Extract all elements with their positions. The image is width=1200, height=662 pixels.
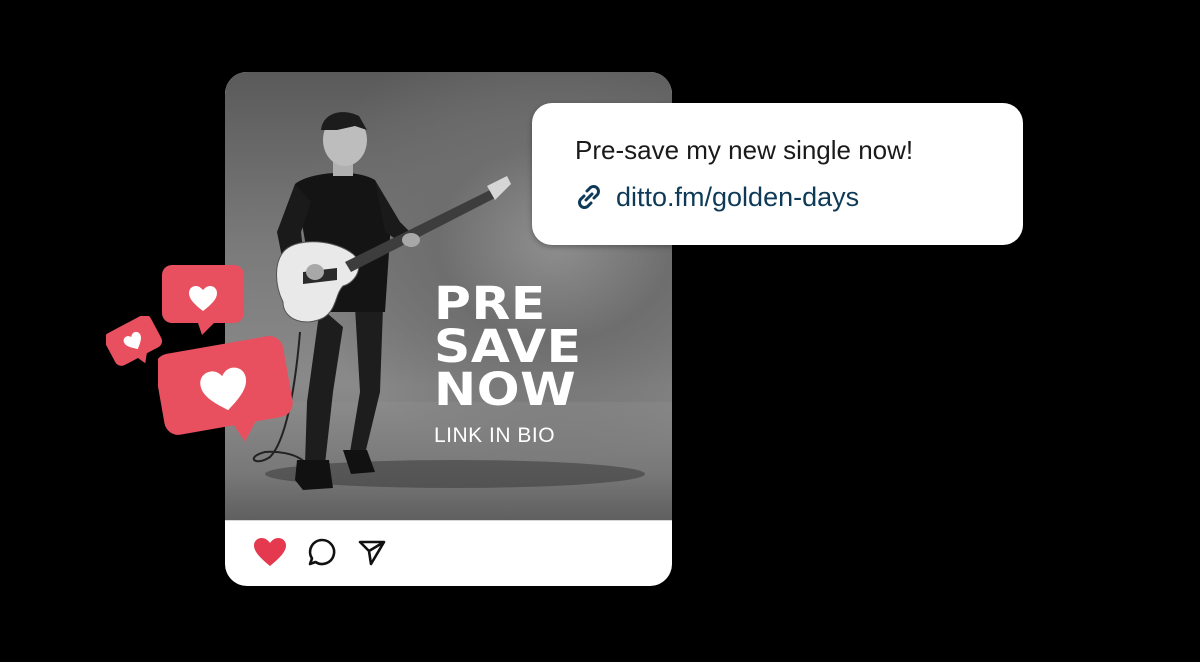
post-action-bar: [225, 521, 672, 586]
send-icon: [358, 540, 386, 566]
bubble-message: Pre-save my new single now!: [575, 135, 914, 165]
stage: PRE SAVE NOW LINK IN BIO Pre-save my new…: [0, 0, 1200, 662]
title-line-1: PRE: [434, 277, 546, 330]
title-line-3: NOW: [434, 363, 577, 416]
heart-reaction-large: [158, 336, 293, 442]
like-button[interactable]: [253, 535, 287, 569]
comment-button[interactable]: [305, 535, 339, 569]
link-icon: [578, 185, 600, 209]
title-line-2: SAVE: [434, 320, 582, 373]
heart-reaction-medium: [162, 265, 244, 335]
link-in-bio-subtitle: LINK IN BIO: [434, 424, 556, 447]
link-url-text: ditto.fm/golden-days: [616, 181, 860, 212]
pre-save-now-title: PRE SAVE NOW: [434, 277, 582, 416]
pre-save-link[interactable]: ditto.fm/golden-days: [572, 180, 859, 214]
heart-reaction-small: [106, 316, 162, 366]
comment-icon: [308, 538, 336, 566]
share-button[interactable]: [355, 535, 389, 569]
heart-icon: [254, 538, 286, 566]
pre-save-link-bubble: Pre-save my new single now! ditto.fm/gol…: [532, 103, 1023, 245]
